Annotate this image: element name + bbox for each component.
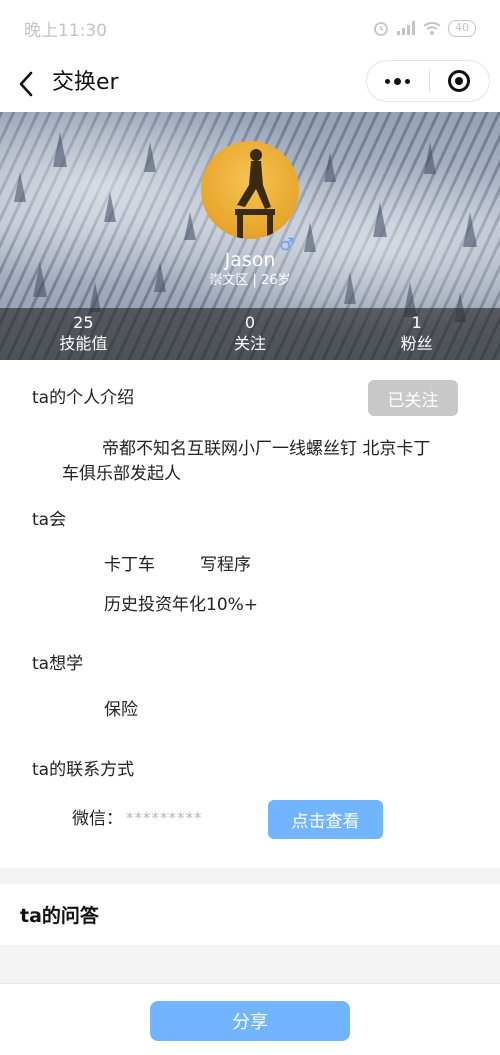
stat-label: 关注	[234, 334, 267, 353]
wechat-label: 微信：	[72, 809, 123, 829]
signal-icon	[397, 21, 415, 35]
wechat-masked-value: *********	[126, 809, 203, 827]
skills-title: ta会	[32, 510, 67, 530]
stat-followers[interactable]: 1 粉丝	[333, 308, 500, 360]
view-contact-button[interactable]: 点击查看	[268, 800, 383, 839]
close-mini-program-icon[interactable]	[429, 61, 489, 101]
stat-value: 0	[244, 313, 256, 332]
intro-text: 帝都不知名互联网小厂一线螺丝钉 北京卡丁车俱乐部发起人	[62, 439, 431, 484]
stat-skill-points[interactable]: 25 技能值	[0, 308, 167, 360]
alarm-icon	[374, 22, 388, 36]
stat-following[interactable]: 0 关注	[167, 308, 334, 360]
status-time: 晚上11:30	[24, 20, 107, 41]
male-gender-icon: ♂	[279, 235, 295, 255]
district-age: 崇文区 | 26岁	[209, 273, 291, 288]
qa-title: ta的问答	[20, 905, 99, 927]
back-arrow-icon[interactable]	[14, 68, 40, 100]
stat-value: 25	[73, 313, 94, 332]
contact-title: ta的联系方式	[32, 760, 135, 780]
intro-title: ta的个人介绍	[32, 388, 135, 408]
skill-tag: 卡丁车	[104, 555, 155, 575]
share-button[interactable]: 分享	[150, 1001, 350, 1041]
mini-program-capsule	[366, 60, 490, 102]
status-icons: 40	[372, 19, 476, 37]
wifi-icon	[423, 22, 441, 35]
stat-value: 1	[411, 313, 422, 332]
stat-label: 技能值	[59, 334, 108, 353]
qa-list-empty	[0, 945, 500, 983]
page-title: 交换er	[52, 70, 119, 95]
more-menu-icon[interactable]	[367, 61, 429, 101]
status-bar: 晚上11:30 40	[0, 0, 500, 56]
skill-tag: 写程序	[200, 555, 251, 575]
stats-bar: 25 技能值 0 关注 1 粉丝	[0, 308, 500, 360]
want-tag: 保险	[104, 700, 138, 720]
followed-button[interactable]: 已关注	[368, 380, 458, 416]
avatar[interactable]	[201, 141, 299, 239]
section-divider	[0, 868, 500, 884]
username: Jason	[224, 249, 276, 271]
battery-indicator: 40	[448, 19, 476, 37]
skill-tag: 历史投资年化10%+	[104, 595, 259, 615]
person-silhouette-icon	[235, 149, 275, 239]
stat-label: 粉丝	[400, 334, 433, 353]
wants-title: ta想学	[32, 654, 84, 674]
